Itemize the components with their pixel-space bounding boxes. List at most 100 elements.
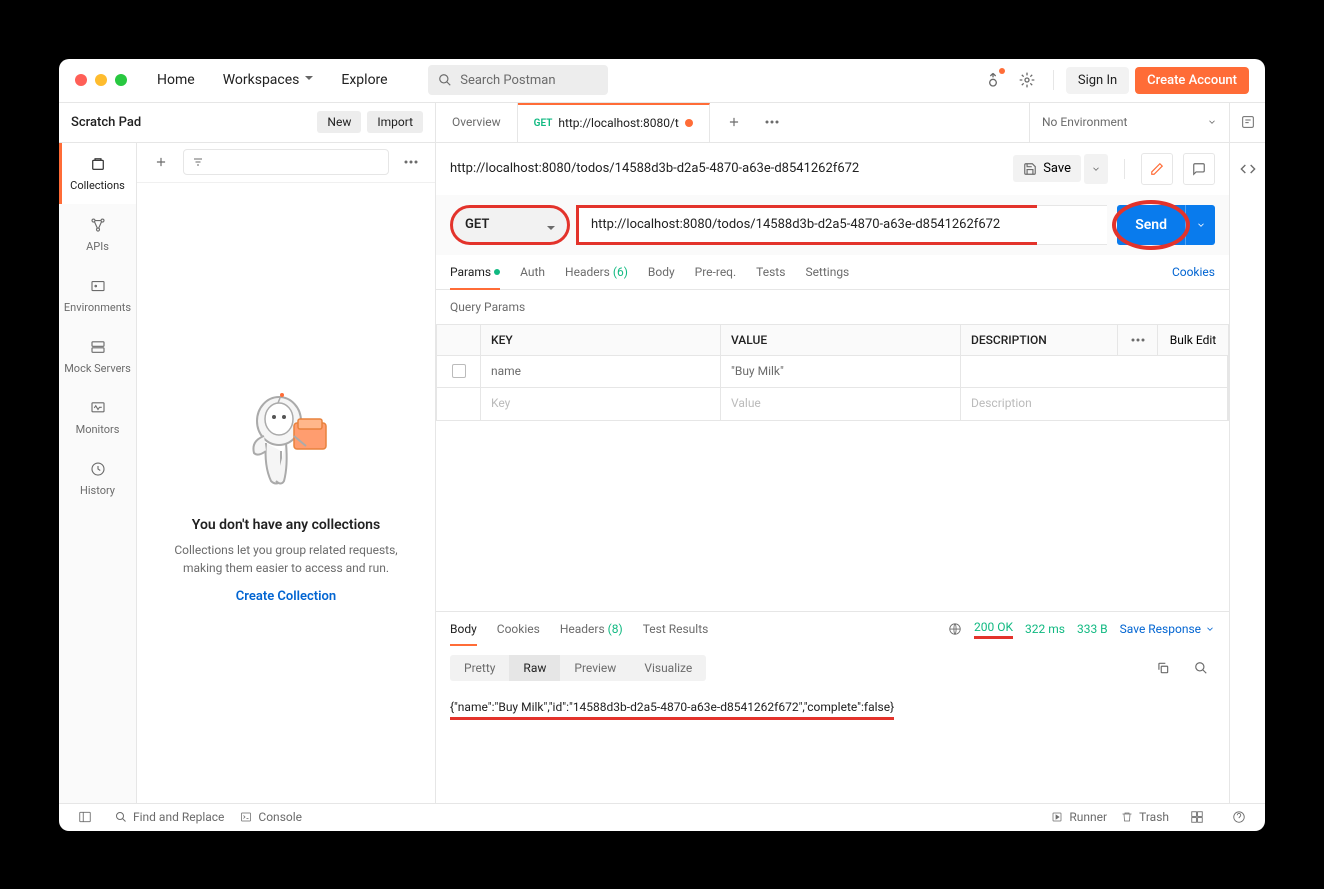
runner-label: Runner (1069, 810, 1107, 824)
sidebar-item-label: History (80, 484, 115, 497)
console-icon (240, 811, 252, 823)
tab-title: http://localhost:8080/t (558, 116, 679, 130)
active-indicator (494, 269, 500, 275)
tab-label: Headers (565, 265, 610, 279)
mock-servers-icon (89, 338, 107, 356)
copy-icon[interactable] (1149, 654, 1177, 682)
trash-label: Trash (1139, 810, 1169, 824)
param-value[interactable]: "Buy Milk" (721, 356, 961, 387)
response-body[interactable]: {"name":"Buy Milk","id":"14588d3b-d2a5-4… (436, 690, 1229, 803)
row-checkbox[interactable] (437, 356, 481, 387)
maximize-window-icon[interactable] (115, 74, 127, 86)
count-badge: (8) (608, 622, 623, 636)
new-button[interactable]: New (317, 111, 361, 133)
response-tabs: Body Cookies Headers (8) Test Results 20… (436, 612, 1229, 646)
create-account-button[interactable]: Create Account (1135, 67, 1249, 94)
param-key-placeholder[interactable]: Key (481, 388, 721, 420)
edit-icon[interactable] (1141, 153, 1173, 185)
search-icon (115, 811, 127, 823)
save-response-link[interactable]: Save Response (1120, 622, 1215, 636)
tab-auth[interactable]: Auth (520, 255, 545, 289)
sidebar-item-label: Mock Servers (64, 362, 131, 375)
fmt-visualize[interactable]: Visualize (630, 655, 706, 681)
create-collection-link[interactable]: Create Collection (236, 589, 336, 604)
options-icon[interactable] (397, 148, 425, 176)
save-dropdown[interactable] (1084, 154, 1108, 184)
tab-headers[interactable]: Headers (6) (565, 255, 628, 289)
cookies-link[interactable]: Cookies (1172, 255, 1215, 289)
import-button[interactable]: Import (367, 111, 423, 133)
tab-method: GET (534, 118, 553, 129)
sidebar-item-environments[interactable]: Environments (59, 265, 136, 326)
param-desc[interactable] (961, 356, 1228, 387)
app-window: Home Workspaces Explore Search Postman S… (59, 59, 1265, 831)
resp-tab-cookies[interactable]: Cookies (497, 612, 540, 646)
sidebar-item-history[interactable]: History (59, 448, 136, 509)
send-button[interactable]: Send (1117, 205, 1185, 245)
menu-home[interactable]: Home (147, 66, 205, 94)
comment-icon[interactable] (1183, 153, 1215, 185)
sidebar-item-collections[interactable]: Collections (59, 143, 136, 204)
param-value-placeholder[interactable]: Value (721, 388, 961, 420)
chevron-down-icon (1207, 117, 1217, 127)
tab-body[interactable]: Body (648, 255, 675, 289)
sidebar-toggle-icon[interactable] (71, 803, 99, 831)
save-response-label: Save Response (1120, 622, 1201, 636)
empty-state: You don't have any collections Collectio… (137, 183, 435, 803)
resp-tab-tests[interactable]: Test Results (643, 612, 709, 646)
add-button[interactable] (147, 148, 175, 176)
sign-in-button[interactable]: Sign In (1066, 67, 1129, 94)
sidebar-item-monitors[interactable]: Monitors (59, 387, 136, 448)
query-params-label: Query Params (436, 290, 1229, 324)
method-select[interactable]: GET (450, 205, 570, 245)
tab-tests[interactable]: Tests (756, 255, 785, 289)
bulk-edit-link[interactable]: Bulk Edit (1158, 325, 1228, 355)
environment-select[interactable]: No Environment (1029, 103, 1229, 142)
row-checkbox-placeholder (437, 388, 481, 420)
panes-icon[interactable] (1183, 803, 1211, 831)
tab-prereq[interactable]: Pre-req. (695, 255, 737, 289)
tab-params[interactable]: Params (450, 255, 500, 289)
filter-input[interactable] (183, 149, 389, 175)
code-icon[interactable] (1234, 155, 1262, 183)
column-key: KEY (481, 325, 721, 355)
new-tab-button[interactable] (720, 108, 748, 136)
sidebar-item-mock-servers[interactable]: Mock Servers (59, 326, 136, 387)
url-input[interactable]: http://localhost:8080/todos/14588d3b-d2a… (576, 205, 1040, 245)
find-replace-button[interactable]: Find and Replace (115, 810, 224, 824)
chevron-down-icon (1205, 624, 1215, 634)
resp-tab-headers[interactable]: Headers (8) (560, 612, 623, 646)
search-input[interactable]: Search Postman (428, 65, 608, 95)
column-options[interactable] (1118, 325, 1158, 355)
sync-icon[interactable] (979, 66, 1007, 94)
minimize-window-icon[interactable] (95, 74, 107, 86)
param-desc-placeholder[interactable]: Description (961, 388, 1228, 420)
menu-workspaces[interactable]: Workspaces (213, 66, 324, 94)
sidebar-item-apis[interactable]: APIs (59, 204, 136, 265)
param-key[interactable]: name (481, 356, 721, 387)
separator (1124, 159, 1125, 179)
fmt-pretty[interactable]: Pretty (450, 655, 509, 681)
tabs-bar: Overview GET http://localhost:8080/t No … (436, 103, 1265, 143)
find-label: Find and Replace (133, 810, 224, 824)
empty-body: Collections let you group related reques… (157, 541, 415, 577)
modified-indicator (685, 119, 693, 127)
help-icon[interactable] (1225, 803, 1253, 831)
search-response-icon[interactable] (1187, 654, 1215, 682)
console-button[interactable]: Console (240, 810, 302, 824)
tab-options-icon[interactable] (758, 108, 786, 136)
tab-overview[interactable]: Overview (436, 103, 518, 142)
resp-tab-body[interactable]: Body (450, 612, 477, 646)
tab-settings[interactable]: Settings (805, 255, 849, 289)
tab-request[interactable]: GET http://localhost:8080/t (518, 103, 710, 142)
runner-button[interactable]: Runner (1051, 810, 1107, 824)
trash-button[interactable]: Trash (1121, 810, 1169, 824)
close-window-icon[interactable] (75, 74, 87, 86)
settings-icon[interactable] (1013, 66, 1041, 94)
menu-explore[interactable]: Explore (331, 66, 397, 94)
env-quick-look-icon[interactable] (1229, 103, 1265, 142)
fmt-preview[interactable]: Preview (560, 655, 630, 681)
request-title: http://localhost:8080/todos/14588d3b-d2a… (450, 161, 1003, 176)
save-button[interactable]: Save (1013, 155, 1081, 182)
fmt-raw[interactable]: Raw (509, 655, 560, 681)
